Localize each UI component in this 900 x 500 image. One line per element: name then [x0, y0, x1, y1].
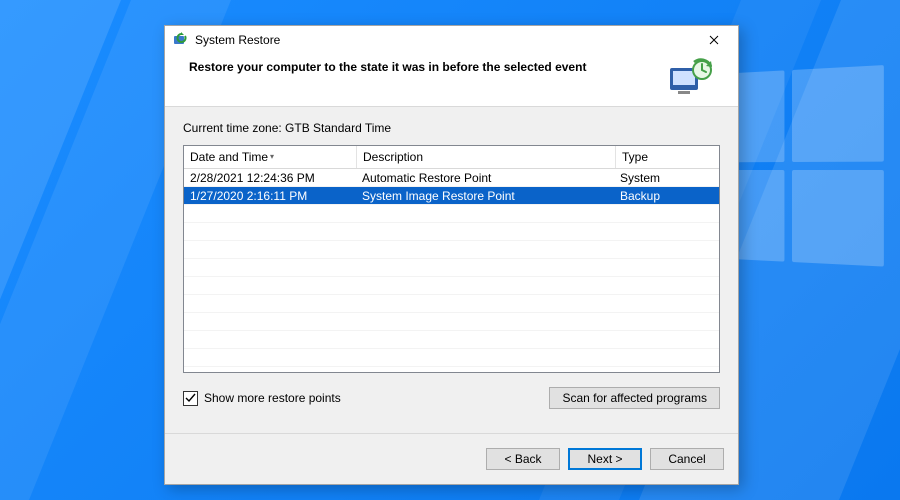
- table-row[interactable]: 1/27/2020 2:16:11 PMSystem Image Restore…: [184, 187, 719, 205]
- checkmark-icon: [185, 393, 196, 404]
- column-header-label: Description: [363, 150, 423, 164]
- titlebar: System Restore: [165, 26, 738, 54]
- table-row-empty: [184, 277, 719, 295]
- table-row-empty: [184, 241, 719, 259]
- table-row-empty: [184, 313, 719, 331]
- desktop-background: System Restore Restore your computer to …: [0, 0, 900, 500]
- wizard-headline: Restore your computer to the state it wa…: [189, 58, 666, 74]
- cell-type: System: [614, 171, 719, 185]
- back-button[interactable]: < Back: [486, 448, 560, 470]
- window-title: System Restore: [195, 33, 694, 47]
- show-more-checkbox[interactable]: Show more restore points: [183, 391, 341, 406]
- table-row-empty: [184, 331, 719, 349]
- column-header-label: Date and Time: [190, 150, 268, 164]
- table-body: 2/28/2021 12:24:36 PMAutomatic Restore P…: [184, 169, 719, 372]
- wizard-header: Restore your computer to the state it wa…: [165, 54, 738, 106]
- column-header-label: Type: [622, 150, 648, 164]
- cancel-button[interactable]: Cancel: [650, 448, 724, 470]
- timezone-label: Current time zone: GTB Standard Time: [183, 121, 720, 135]
- cell-description: Automatic Restore Point: [356, 171, 614, 185]
- checkbox-box: [183, 391, 198, 406]
- next-button[interactable]: Next >: [568, 448, 642, 470]
- restore-points-table[interactable]: Date and Time ▾ Description Type 2/28/20…: [183, 145, 720, 373]
- options-row: Show more restore points Scan for affect…: [183, 387, 720, 409]
- table-row-empty: [184, 223, 719, 241]
- table-row-empty: [184, 259, 719, 277]
- close-icon: [709, 35, 719, 45]
- sort-indicator-icon: ▾: [270, 152, 274, 161]
- table-header: Date and Time ▾ Description Type: [184, 146, 719, 169]
- restore-large-icon: [666, 58, 714, 100]
- table-row-empty: [184, 349, 719, 367]
- checkbox-label: Show more restore points: [204, 391, 341, 405]
- column-header-type[interactable]: Type: [616, 146, 719, 168]
- wizard-footer: < Back Next > Cancel: [165, 433, 738, 484]
- scan-affected-button[interactable]: Scan for affected programs: [549, 387, 720, 409]
- system-restore-window: System Restore Restore your computer to …: [164, 25, 739, 485]
- cell-date: 1/27/2020 2:16:11 PM: [184, 189, 356, 203]
- column-header-description[interactable]: Description: [357, 146, 616, 168]
- table-row[interactable]: 2/28/2021 12:24:36 PMAutomatic Restore P…: [184, 169, 719, 187]
- table-row-empty: [184, 205, 719, 223]
- cell-type: Backup: [614, 189, 719, 203]
- close-button[interactable]: [694, 28, 734, 52]
- wizard-body: Current time zone: GTB Standard Time Dat…: [165, 107, 738, 433]
- table-row-empty: [184, 295, 719, 313]
- restore-app-icon: [173, 32, 189, 48]
- cell-description: System Image Restore Point: [356, 189, 614, 203]
- column-header-date[interactable]: Date and Time ▾: [184, 146, 357, 168]
- cell-date: 2/28/2021 12:24:36 PM: [184, 171, 356, 185]
- table-row-empty: [184, 367, 719, 372]
